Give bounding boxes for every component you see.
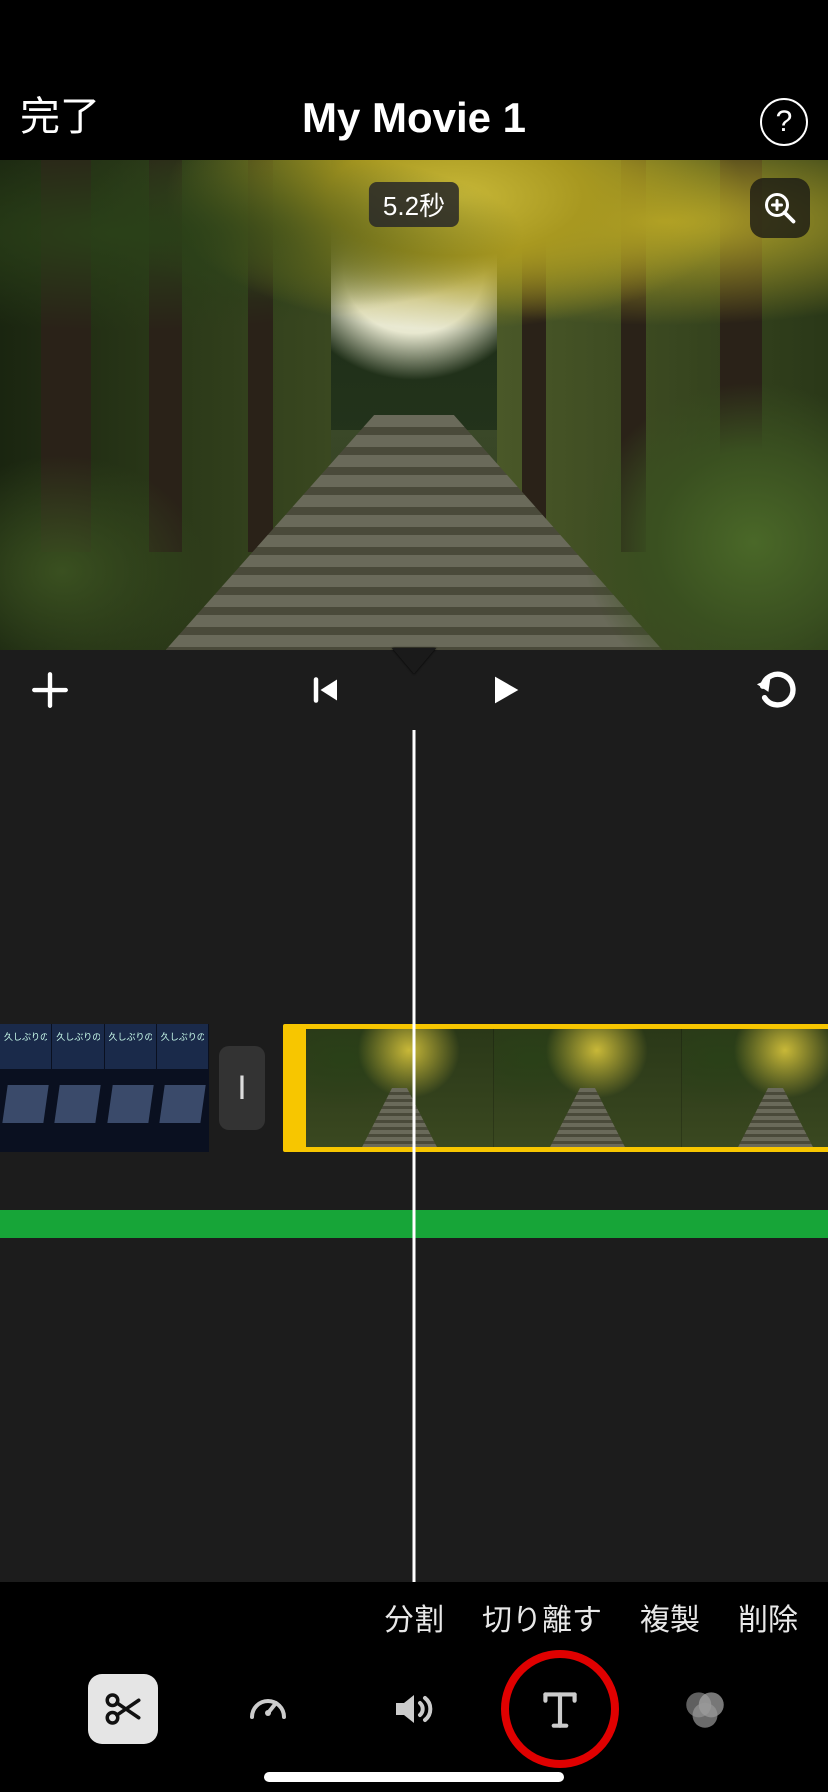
filter-circles-icon xyxy=(680,1684,730,1734)
zoom-button[interactable] xyxy=(750,178,810,238)
done-button[interactable]: 完了 xyxy=(20,84,100,142)
playhead-line[interactable] xyxy=(413,730,416,1582)
edit-tools xyxy=(0,1654,828,1764)
undo-icon xyxy=(755,667,801,713)
preview-frame xyxy=(0,160,828,650)
cut-tool[interactable] xyxy=(88,1674,158,1744)
play-button[interactable] xyxy=(480,665,530,715)
playhead-marker xyxy=(392,648,436,674)
duplicate-action[interactable]: 複製 xyxy=(640,1595,700,1639)
play-icon xyxy=(485,670,525,710)
text-icon xyxy=(535,1684,585,1734)
filter-tool[interactable] xyxy=(670,1674,740,1744)
help-button[interactable]: ? xyxy=(760,98,808,146)
clip-selected[interactable] xyxy=(283,1024,828,1152)
clip-previous[interactable]: 久しぶりの国内旅行 久しぶりの国内旅行 久しぶりの国内旅行 久しぶりの国内旅行 xyxy=(0,1024,209,1152)
skip-back-button[interactable] xyxy=(300,665,350,715)
video-preview[interactable]: 5.2秒 xyxy=(0,160,828,650)
project-title: My Movie 1 xyxy=(0,94,828,142)
undo-button[interactable] xyxy=(748,660,808,720)
skip-back-icon xyxy=(307,672,343,708)
home-indicator[interactable] xyxy=(264,1772,564,1782)
split-action[interactable]: 分割 xyxy=(384,1595,444,1639)
delete-action[interactable]: 削除 xyxy=(738,1595,798,1639)
text-tool[interactable] xyxy=(525,1674,595,1744)
timeline[interactable]: 久しぶりの国内旅行 久しぶりの国内旅行 久しぶりの国内旅行 久しぶりの国内旅行 … xyxy=(0,730,828,1582)
add-media-button[interactable] xyxy=(20,660,80,720)
detach-action[interactable]: 切り離す xyxy=(482,1595,602,1639)
clip-actions: 分割 切り離す 複製 削除 xyxy=(0,1582,828,1652)
header-bar: 完了 My Movie 1 ? xyxy=(0,0,828,160)
speed-tool[interactable] xyxy=(233,1674,303,1744)
volume-icon xyxy=(390,1685,438,1733)
plus-icon xyxy=(29,669,71,711)
scissors-icon xyxy=(102,1688,144,1730)
transition-button[interactable]: I xyxy=(219,1046,265,1130)
duration-badge: 5.2秒 xyxy=(369,182,459,227)
speedometer-icon xyxy=(244,1685,292,1733)
volume-tool[interactable] xyxy=(379,1674,449,1744)
trim-handle-left[interactable] xyxy=(288,1029,306,1147)
magnify-plus-icon xyxy=(762,190,798,226)
